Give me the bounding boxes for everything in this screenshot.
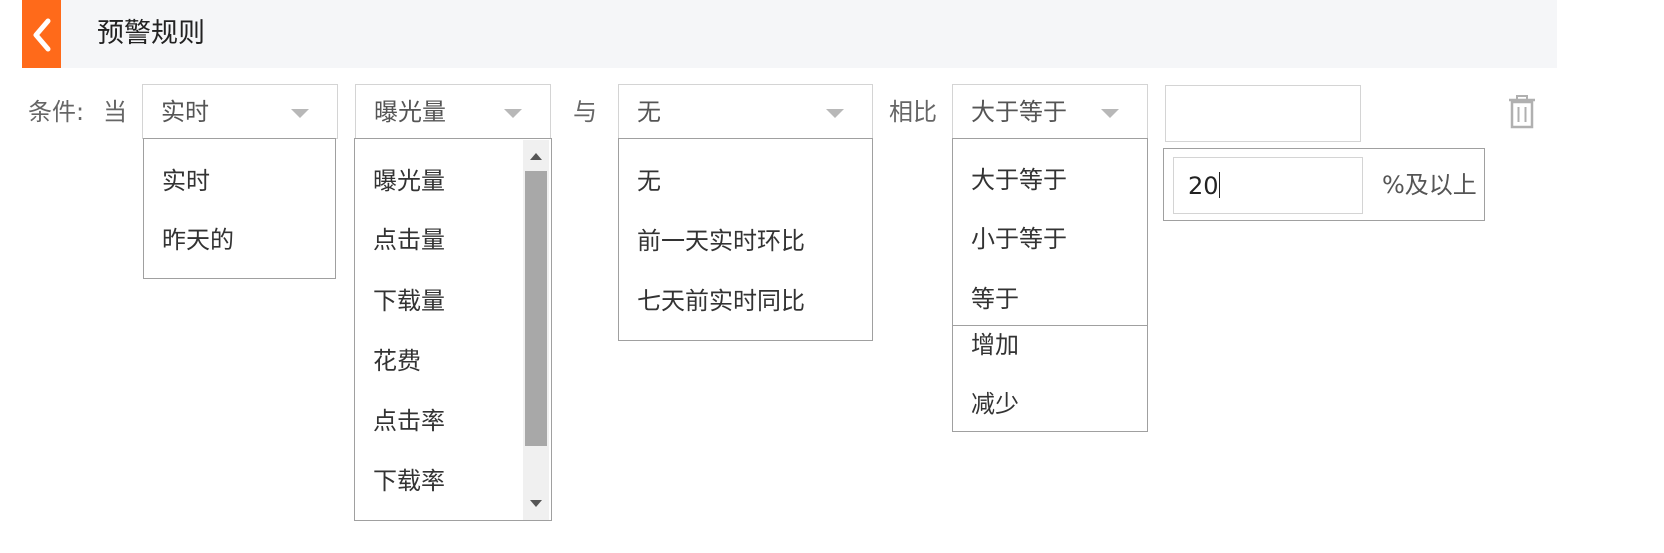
dropdown-option[interactable]: 增加 xyxy=(971,330,1019,360)
dropdown-option[interactable]: 前一天实时环比 xyxy=(637,226,805,256)
dropdown-option[interactable]: 花费 xyxy=(373,346,421,376)
dropdown-option[interactable]: 下载量 xyxy=(373,286,445,316)
dropdown-option[interactable]: 减少 xyxy=(971,389,1019,419)
value-input[interactable] xyxy=(1165,85,1361,142)
scroll-up-icon[interactable] xyxy=(530,153,542,160)
baseline-select[interactable]: 无 xyxy=(618,84,873,139)
compare-label: 相比 xyxy=(889,98,937,126)
percent-suffix: %及以上 xyxy=(1382,171,1477,199)
baseline-select-value: 无 xyxy=(637,98,661,126)
baseline-dropdown: 无 前一天实时环比 七天前实时同比 xyxy=(618,138,873,341)
operator-select[interactable]: 大于等于 xyxy=(952,84,1148,139)
chevron-down-icon xyxy=(504,109,522,118)
with-label: 与 xyxy=(573,98,597,126)
metric-select[interactable]: 曝光量 xyxy=(355,84,551,139)
dropdown-option[interactable]: 昨天的 xyxy=(162,225,234,255)
dropdown-option[interactable]: 大于等于 xyxy=(971,165,1067,195)
scrollbar-thumb[interactable] xyxy=(525,171,547,446)
operator-dropdown: 大于等于 小于等于 等于 增加 减少 xyxy=(952,138,1148,432)
chevron-down-icon xyxy=(826,109,844,118)
dropdown-option[interactable]: 等于 xyxy=(971,284,1019,314)
scroll-down-icon[interactable] xyxy=(530,500,542,507)
dropdown-option[interactable]: 点击量 xyxy=(373,225,445,255)
back-button[interactable] xyxy=(22,0,61,68)
dropdown-option[interactable]: 小于等于 xyxy=(971,224,1067,254)
dropdown-option[interactable]: 实时 xyxy=(162,166,210,196)
trash-icon xyxy=(1509,95,1535,129)
metric-select-value: 曝光量 xyxy=(374,98,446,126)
chevron-down-icon xyxy=(1101,109,1119,118)
operator-select-value: 大于等于 xyxy=(971,98,1067,126)
header-bar xyxy=(22,0,1557,68)
condition-label: 条件: xyxy=(28,98,85,126)
chevron-down-icon xyxy=(291,109,309,118)
percent-input-value: 20 xyxy=(1188,172,1219,200)
dropdown-option[interactable]: 无 xyxy=(637,166,661,196)
chevron-left-icon xyxy=(33,18,51,52)
dropdown-option[interactable]: 点击率 xyxy=(373,406,445,436)
time-select-value: 实时 xyxy=(161,98,209,126)
page-title: 预警规则 xyxy=(97,18,205,49)
time-select[interactable]: 实时 xyxy=(142,84,338,139)
dropdown-divider xyxy=(953,325,1147,326)
dropdown-option[interactable]: 下载率 xyxy=(373,466,445,496)
metric-dropdown: 曝光量 点击量 下载量 花费 点击率 下载率 xyxy=(354,138,552,521)
when-label: 当 xyxy=(103,98,127,126)
percent-input[interactable]: 20 xyxy=(1173,157,1363,214)
dropdown-option[interactable]: 曝光量 xyxy=(373,166,445,196)
dropdown-option[interactable]: 七天前实时同比 xyxy=(637,286,805,316)
time-dropdown: 实时 昨天的 xyxy=(143,138,336,279)
delete-button[interactable] xyxy=(1507,95,1537,133)
text-cursor xyxy=(1218,172,1220,198)
